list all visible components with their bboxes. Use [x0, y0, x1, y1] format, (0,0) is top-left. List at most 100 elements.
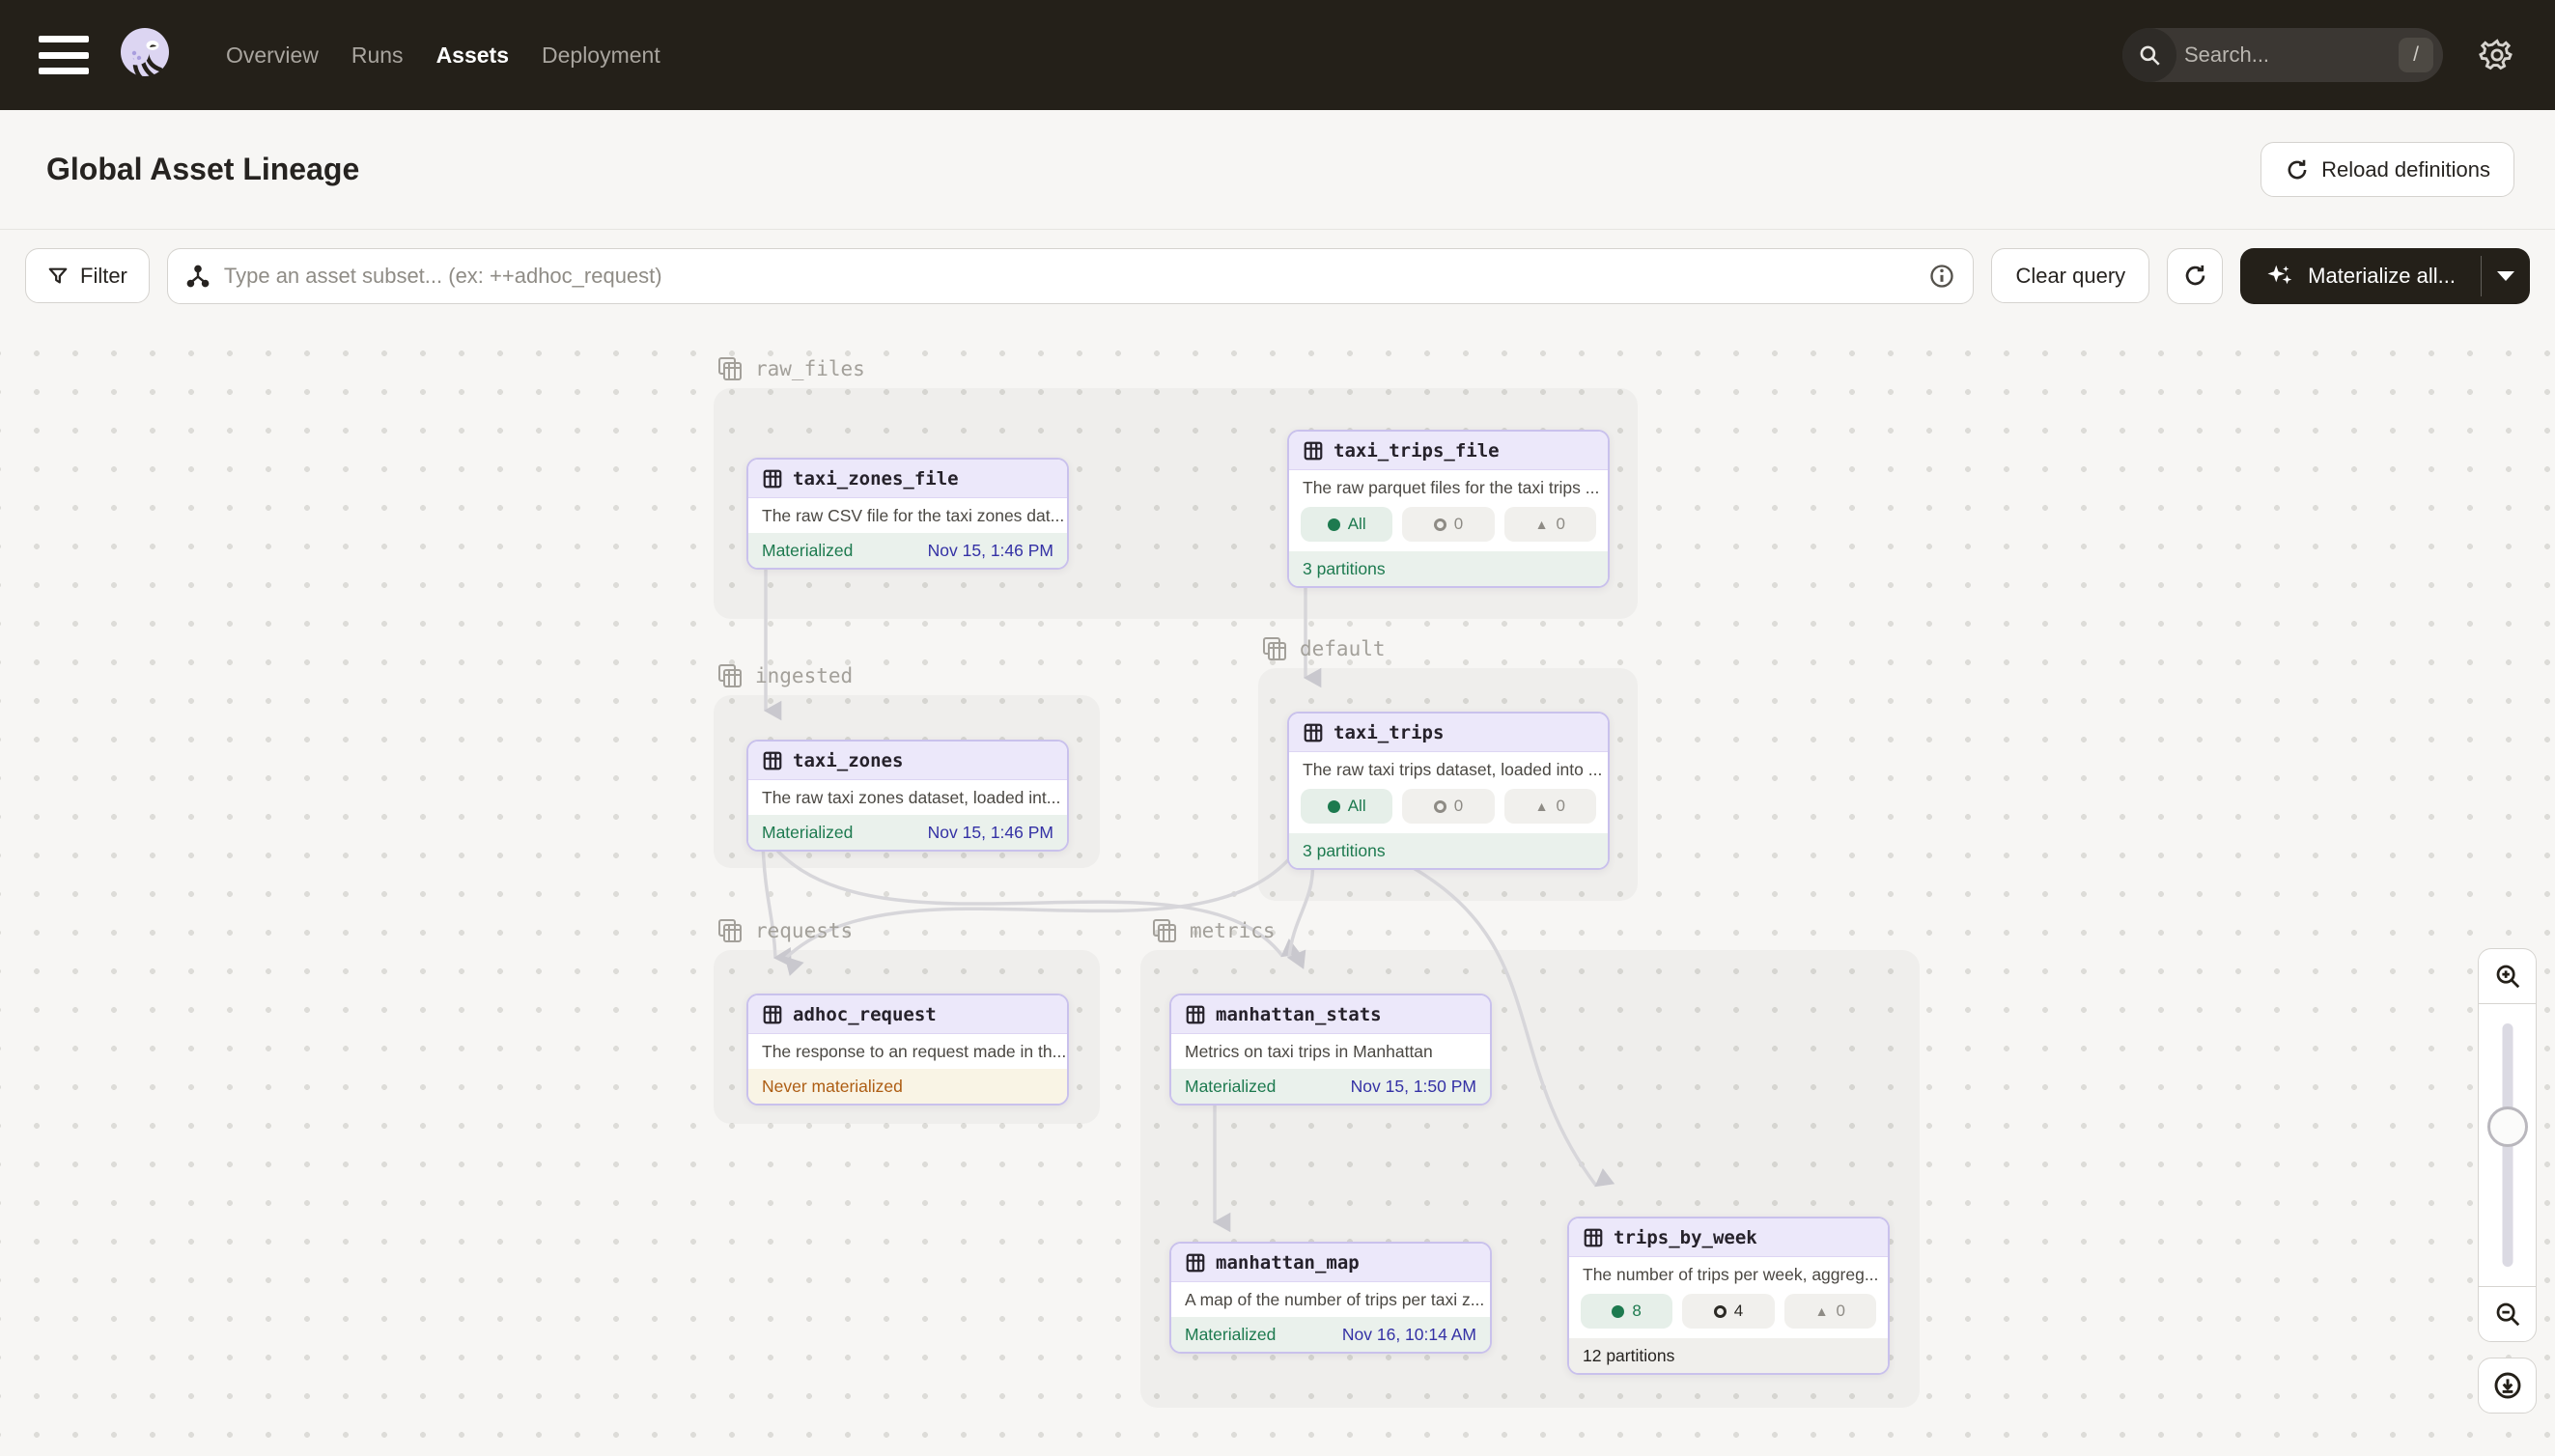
asset-node-taxi-trips-file[interactable]: taxi_trips_file The raw parquet files fo… — [1287, 430, 1610, 588]
asset-name: taxi_zones_file — [793, 468, 959, 490]
asset-name: taxi_trips_file — [1334, 440, 1500, 462]
asset-description: The raw taxi trips dataset, loaded into … — [1289, 752, 1608, 787]
nav-item-runs[interactable]: Runs — [351, 42, 404, 69]
group-layers-icon — [1151, 917, 1178, 944]
dagster-logo[interactable] — [114, 23, 178, 87]
failed-ring-icon — [1714, 1305, 1727, 1318]
info-icon[interactable] — [1928, 263, 1955, 290]
missing-triangle-icon: ▲ — [1815, 1304, 1829, 1318]
settings-gear-icon[interactable] — [2476, 34, 2518, 76]
search-input[interactable]: Search... / — [2122, 28, 2443, 82]
partitions-failed-pill[interactable]: 0 — [1402, 789, 1494, 824]
zoom-in-icon — [2493, 962, 2522, 991]
partitions-materialized-pill[interactable]: 8 — [1581, 1294, 1672, 1329]
zoom-out-button[interactable] — [2478, 1286, 2537, 1342]
nav-item-deployment[interactable]: Deployment — [542, 42, 660, 69]
materialized-dot-icon — [1328, 518, 1340, 531]
asset-description: The raw CSV file for the taxi zones dat.… — [748, 498, 1067, 533]
zoom-slider-thumb[interactable] — [2487, 1106, 2528, 1147]
nav-item-assets[interactable]: Assets — [436, 42, 509, 69]
refresh-icon — [2182, 263, 2208, 289]
table-icon — [762, 750, 783, 771]
asset-name: taxi_zones — [793, 750, 903, 771]
download-icon — [2492, 1370, 2523, 1401]
partitions-materialized-pill[interactable]: All — [1301, 789, 1392, 824]
materialization-timestamp[interactable]: Nov 15, 1:46 PM — [928, 541, 1053, 561]
asset-description: The raw parquet files for the taxi trips… — [1289, 470, 1608, 505]
partitions-failed-pill[interactable]: 4 — [1682, 1294, 1774, 1329]
sparkle-icon — [2265, 262, 2294, 291]
group-label-requests[interactable]: requests — [716, 917, 853, 944]
search-icon — [2122, 28, 2176, 82]
materialization-timestamp[interactable]: Nov 15, 1:46 PM — [928, 823, 1053, 843]
refresh-button[interactable] — [2167, 248, 2223, 304]
page-title: Global Asset Lineage — [46, 152, 359, 187]
table-icon — [762, 1004, 783, 1025]
clear-query-button[interactable]: Clear query — [1991, 248, 2149, 303]
asset-name: manhattan_stats — [1216, 1004, 1382, 1025]
group-layers-icon — [1261, 635, 1288, 662]
asset-name: taxi_trips — [1334, 722, 1444, 743]
asset-node-manhattan-map[interactable]: manhattan_map A map of the number of tri… — [1169, 1242, 1492, 1354]
zoom-in-button[interactable] — [2478, 948, 2537, 1004]
status-badge: Never materialized — [762, 1077, 903, 1097]
materialized-dot-icon — [1328, 800, 1340, 813]
table-icon — [1583, 1227, 1604, 1248]
group-label-raw-files[interactable]: raw_files — [716, 355, 865, 382]
partitions-count: 3 partitions — [1303, 559, 1386, 579]
zoom-out-icon — [2493, 1300, 2522, 1329]
asset-node-taxi-zones-file[interactable]: taxi_zones_file The raw CSV file for the… — [746, 458, 1069, 570]
asset-query-placeholder: Type an asset subset... (ex: ++adhoc_req… — [224, 264, 1916, 289]
group-label-default[interactable]: default — [1261, 635, 1386, 662]
asset-description: A map of the number of trips per taxi z.… — [1171, 1282, 1490, 1317]
failed-ring-icon — [1434, 518, 1446, 531]
table-icon — [1303, 440, 1324, 462]
table-icon — [1303, 722, 1324, 743]
partitions-materialized-pill[interactable]: All — [1301, 507, 1392, 542]
download-image-button[interactable] — [2478, 1358, 2537, 1414]
hamburger-menu-icon[interactable] — [39, 36, 89, 74]
lineage-toolbar: Filter Type an asset subset... (ex: ++ad… — [0, 231, 2555, 321]
table-icon — [762, 468, 783, 490]
table-icon — [1185, 1252, 1206, 1274]
partitions-failed-pill[interactable]: 0 — [1402, 507, 1494, 542]
asset-name: trips_by_week — [1614, 1227, 1757, 1248]
status-badge: Materialized — [762, 541, 853, 561]
asset-node-taxi-trips[interactable]: taxi_trips The raw taxi trips dataset, l… — [1287, 712, 1610, 870]
group-label-ingested[interactable]: ingested — [716, 662, 853, 689]
materialize-all-button[interactable]: Materialize all... — [2240, 248, 2530, 304]
materialization-timestamp[interactable]: Nov 15, 1:50 PM — [1351, 1077, 1476, 1097]
group-layers-icon — [716, 355, 744, 382]
failed-ring-icon — [1434, 800, 1446, 813]
missing-triangle-icon: ▲ — [1535, 799, 1549, 813]
asset-node-adhoc-request[interactable]: adhoc_request The response to an request… — [746, 994, 1069, 1106]
asset-node-taxi-zones[interactable]: taxi_zones The raw taxi zones dataset, l… — [746, 740, 1069, 852]
partitions-missing-pill[interactable]: ▲0 — [1504, 789, 1596, 824]
zoom-slider[interactable] — [2478, 1004, 2537, 1286]
asset-node-trips-by-week[interactable]: trips_by_week The number of trips per we… — [1567, 1217, 1890, 1375]
filter-button[interactable]: Filter — [25, 248, 150, 303]
filter-funnel-icon — [47, 266, 69, 287]
group-layers-icon — [716, 662, 744, 689]
asset-node-manhattan-stats[interactable]: manhattan_stats Metrics on taxi trips in… — [1169, 994, 1492, 1106]
asset-description: The raw taxi zones dataset, loaded int..… — [748, 780, 1067, 815]
materialized-dot-icon — [1612, 1305, 1624, 1318]
materialization-timestamp[interactable]: Nov 16, 10:14 AM — [1342, 1325, 1476, 1345]
asset-description: Metrics on taxi trips in Manhattan — [1171, 1034, 1490, 1069]
partitions-missing-pill[interactable]: ▲0 — [1784, 1294, 1876, 1329]
partitions-missing-pill[interactable]: ▲0 — [1504, 507, 1596, 542]
search-placeholder: Search... — [2184, 42, 2399, 68]
reload-icon — [2285, 157, 2310, 182]
page-header: Global Asset Lineage Reload definitions — [0, 110, 2555, 230]
nav-item-overview[interactable]: Overview — [226, 42, 319, 69]
asset-query-input[interactable]: Type an asset subset... (ex: ++adhoc_req… — [167, 248, 1975, 304]
group-layers-icon — [716, 917, 744, 944]
group-label-metrics[interactable]: metrics — [1151, 917, 1276, 944]
reload-definitions-button[interactable]: Reload definitions — [2260, 142, 2514, 197]
search-shortcut-badge: / — [2399, 38, 2433, 72]
materialize-dropdown-caret[interactable] — [2482, 248, 2530, 304]
primary-nav: Overview Runs Assets Deployment — [226, 42, 660, 69]
zoom-controls — [2478, 948, 2537, 1342]
partitions-count: 3 partitions — [1303, 841, 1386, 861]
missing-triangle-icon: ▲ — [1535, 518, 1549, 531]
